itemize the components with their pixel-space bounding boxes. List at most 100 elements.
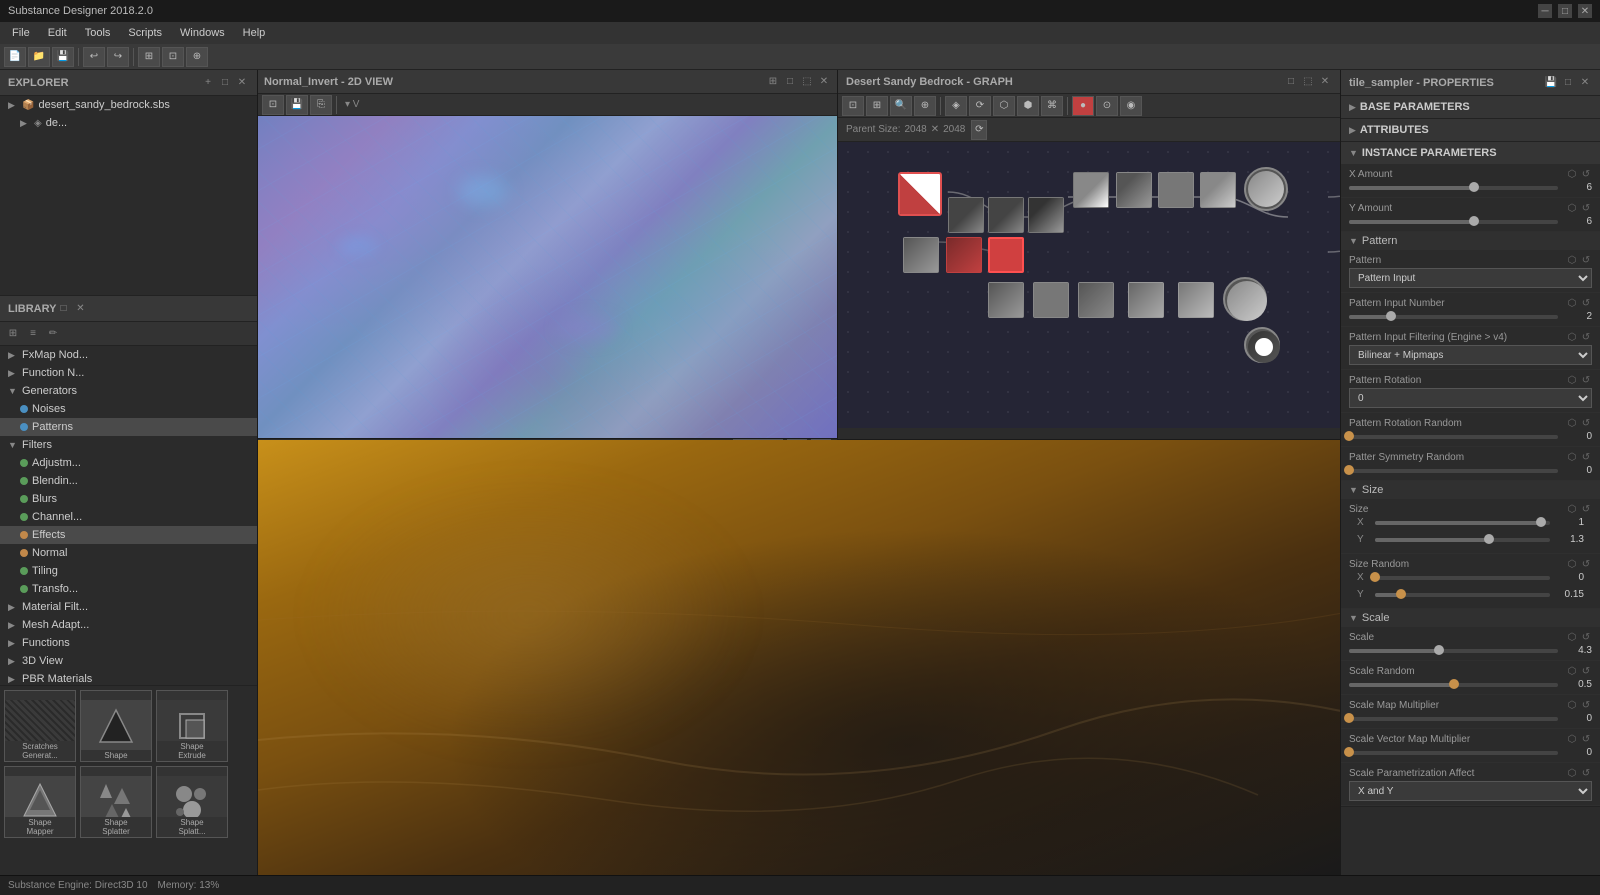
menu-edit[interactable]: Edit	[40, 25, 75, 41]
pattern-rotation-random-slider[interactable]: 0	[1349, 431, 1592, 442]
pattern-symmetry-random-thumb[interactable]	[1344, 465, 1354, 475]
library-item-pbr[interactable]: ▶ PBR Materials	[0, 670, 257, 685]
library-item-noises[interactable]: Noises	[0, 400, 257, 418]
scale-map-mult-thumb[interactable]	[1344, 713, 1354, 723]
graph-node-b1[interactable]	[988, 282, 1024, 318]
lib-edit-btn[interactable]: ✏	[44, 325, 62, 343]
y-amount-thumb[interactable]	[1469, 216, 1479, 226]
size-random-x-slider-container[interactable]	[1375, 576, 1550, 580]
pattern-rotation-random-link-btn[interactable]: ⬡	[1566, 417, 1578, 429]
size-random-reset-btn[interactable]: ↺	[1580, 558, 1592, 570]
properties-float-btn[interactable]: □	[1561, 76, 1575, 90]
lib-thumb-shape[interactable]: Shape	[80, 690, 152, 762]
pattern-input-num-thumb[interactable]	[1386, 311, 1396, 321]
graph-tool-12[interactable]: ◉	[1120, 96, 1142, 116]
menu-scripts[interactable]: Scripts	[120, 25, 170, 41]
library-item-blurs[interactable]: Blurs	[0, 490, 257, 508]
graph-node-b3[interactable]	[1078, 282, 1114, 318]
size-random-y-thumb[interactable]	[1396, 589, 1406, 599]
scale-subsection-header[interactable]: ▼ Scale	[1341, 609, 1600, 627]
graph-tool-11[interactable]: ⊙	[1096, 96, 1118, 116]
size-reset-btn[interactable]: ↺	[1580, 503, 1592, 515]
library-item-fxmap[interactable]: ▶ FxMap Nod...	[0, 346, 257, 364]
undo-button[interactable]: ↩	[83, 47, 105, 67]
graph-parentsize-btn[interactable]: ⟳	[971, 120, 987, 140]
library-item-transform[interactable]: Transfo...	[0, 580, 257, 598]
pattern-reset-btn[interactable]: ↺	[1580, 254, 1592, 266]
library-close-btn[interactable]: ✕	[73, 302, 87, 316]
library-item-channels[interactable]: Channel...	[0, 508, 257, 526]
library-float-btn[interactable]: □	[56, 302, 70, 316]
size-x-slider-container[interactable]	[1375, 521, 1550, 525]
graph-tool-5[interactable]: ◈	[945, 96, 967, 116]
scale-vec-map-mult-thumb[interactable]	[1344, 747, 1354, 757]
library-item-generators[interactable]: ▼ Generators	[0, 382, 257, 400]
library-item-filters[interactable]: ▼ Filters	[0, 436, 257, 454]
pattern-rotation-random-reset-btn[interactable]: ↺	[1580, 417, 1592, 429]
toolbar-btn-3[interactable]: ⊞	[138, 47, 160, 67]
lib-thumb-shape-mapper[interactable]: ShapeMapper	[4, 766, 76, 838]
library-item-mesh[interactable]: ▶ Mesh Adapt...	[0, 616, 257, 634]
scale-random-reset-btn[interactable]: ↺	[1580, 665, 1592, 677]
view-2d-expand-btn[interactable]: □	[783, 75, 797, 89]
maximize-button[interactable]: □	[1558, 4, 1572, 18]
graph-node-5[interactable]	[1116, 172, 1152, 208]
graph-node-7[interactable]	[1200, 172, 1236, 208]
lib-thumb-shape-splatter[interactable]: ShapeSplatter	[80, 766, 152, 838]
pattern-filtering-select[interactable]: Bilinear + Mipmaps	[1349, 345, 1592, 365]
graph-node-r3-selected[interactable]	[988, 237, 1024, 273]
graph-node-2[interactable]	[988, 197, 1024, 233]
graph-tool-4[interactable]: ⊕	[914, 96, 936, 116]
save-button[interactable]: 💾	[52, 47, 74, 67]
pattern-input-num-link-btn[interactable]: ⬡	[1566, 297, 1578, 309]
x-amount-link-btn[interactable]: ⬡	[1566, 168, 1578, 180]
scale-vec-map-mult-reset-btn[interactable]: ↺	[1580, 733, 1592, 745]
library-item-function[interactable]: ▶ Function N...	[0, 364, 257, 382]
y-amount-reset-btn[interactable]: ↺	[1580, 202, 1592, 214]
close-button[interactable]: ✕	[1578, 4, 1592, 18]
scale-random-link-btn[interactable]: ⬡	[1566, 665, 1578, 677]
lib-grid-btn[interactable]: ⊞	[4, 325, 22, 343]
library-item-adjustment[interactable]: Adjustm...	[0, 454, 257, 472]
scale-thumb[interactable]	[1434, 645, 1444, 655]
attributes-header[interactable]: ▶ ATTRIBUTES	[1341, 119, 1600, 141]
scale-link-btn[interactable]: ⬡	[1566, 631, 1578, 643]
pattern-input-num-reset-btn[interactable]: ↺	[1580, 297, 1592, 309]
library-item-effects[interactable]: Effects	[0, 526, 257, 544]
x-amount-thumb[interactable]	[1469, 182, 1479, 192]
graph-node-out2[interactable]	[1223, 277, 1267, 321]
view-2d-float-btn[interactable]: ⬚	[800, 75, 814, 89]
lib-list-btn[interactable]: ≡	[24, 325, 42, 343]
scale-param-link-btn[interactable]: ⬡	[1566, 767, 1578, 779]
explorer-root[interactable]: ▶ 📦 desert_sandy_bedrock.sbs	[0, 96, 257, 114]
explorer-float-btn[interactable]: □	[218, 76, 232, 90]
pattern-symmetry-random-reset-btn[interactable]: ↺	[1580, 451, 1592, 463]
view-2d-close-btn[interactable]: ✕	[817, 75, 831, 89]
graph-node-1[interactable]	[948, 197, 984, 233]
scale-random-thumb[interactable]	[1449, 679, 1459, 689]
graph-tool-9[interactable]: ⌘	[1041, 96, 1063, 116]
toolbar-btn-5[interactable]: ⊕	[186, 47, 208, 67]
scale-param-reset-btn[interactable]: ↺	[1580, 767, 1592, 779]
graph-node-6[interactable]	[1158, 172, 1194, 208]
scale-random-slider[interactable]: 0.5	[1349, 679, 1592, 690]
size-random-link-btn[interactable]: ⬡	[1566, 558, 1578, 570]
instance-params-header[interactable]: ▼ INSTANCE PARAMETERS	[1341, 142, 1600, 164]
explorer-close-btn[interactable]: ✕	[235, 76, 249, 90]
graph-tool-3[interactable]: 🔍	[890, 96, 912, 116]
menu-tools[interactable]: Tools	[77, 25, 119, 41]
toolbar-btn-4[interactable]: ⊡	[162, 47, 184, 67]
scale-map-mult-slider[interactable]: 0	[1349, 713, 1592, 724]
properties-close-btn[interactable]: ✕	[1578, 76, 1592, 90]
y-amount-slider[interactable]: 6	[1349, 216, 1592, 227]
size-y-slider-container[interactable]	[1375, 538, 1550, 542]
pattern-rotation-link-btn[interactable]: ⬡	[1566, 374, 1578, 386]
menu-windows[interactable]: Windows	[172, 25, 233, 41]
scale-map-mult-link-btn[interactable]: ⬡	[1566, 699, 1578, 711]
y-amount-link-btn[interactable]: ⬡	[1566, 202, 1578, 214]
graph-node-b5[interactable]	[1178, 282, 1214, 318]
pattern-rotation-select[interactable]: 0	[1349, 388, 1592, 408]
x-amount-slider[interactable]: 6	[1349, 182, 1592, 193]
graph-tool-1[interactable]: ⊡	[842, 96, 864, 116]
new-button[interactable]: 📄	[4, 47, 26, 67]
